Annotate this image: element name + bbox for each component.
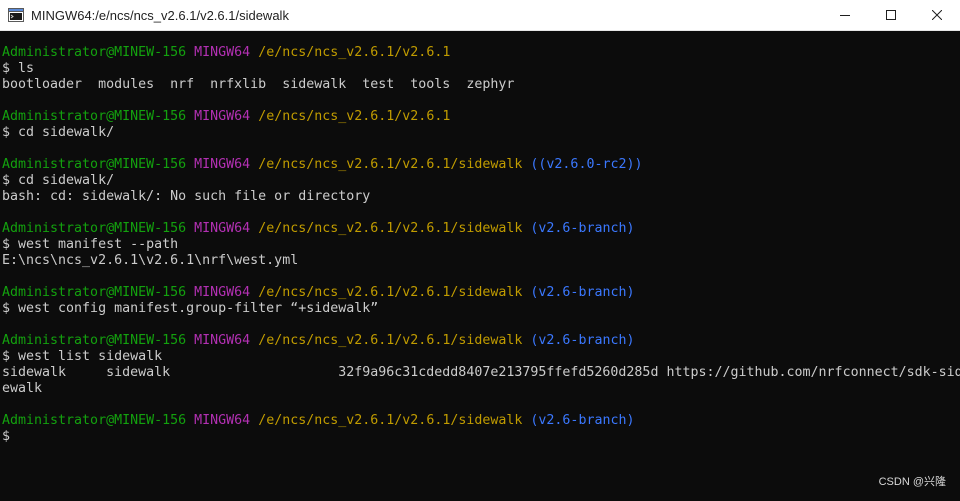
output-line: E:\ncs\ncs_v2.6.1\v2.6.1\nrf\west.yml [2, 253, 299, 268]
prompt-user: Administrator@MINEW-156 [2, 221, 187, 236]
prompt-system: MINGW64 [194, 109, 251, 124]
prompt-user: Administrator@MINEW-156 [2, 109, 187, 124]
minimize-icon [840, 15, 850, 16]
maximize-button[interactable] [868, 0, 914, 30]
command-line: $ west manifest --path [2, 237, 179, 252]
prompt-path: /e/ncs/ncs_v2.6.1/v2.6.1 [258, 45, 451, 60]
prompt-path: /e/ncs/ncs_v2.6.1/v2.6.1/sidewalk [258, 413, 523, 428]
close-icon [932, 10, 942, 20]
output-line: sidewalk sidewalk 32f9a96c31cdedd8407e21… [2, 365, 960, 380]
prompt-user: Administrator@MINEW-156 [2, 413, 187, 428]
git-branch: (v2.6-branch) [530, 413, 635, 428]
close-button[interactable] [914, 0, 960, 30]
prompt-path: /e/ncs/ncs_v2.6.1/v2.6.1 [258, 109, 451, 124]
prompt-line: Administrator@MINEW-156 MINGW64 /e/ncs/n… [2, 333, 634, 349]
title-bar[interactable]: MINGW64:/e/ncs/ncs_v2.6.1/v2.6.1/sidewal… [0, 0, 960, 31]
minimize-button[interactable] [822, 0, 868, 30]
git-branch: (v2.6-branch) [530, 221, 635, 236]
prompt-system: MINGW64 [194, 285, 251, 300]
prompt-system: MINGW64 [194, 221, 251, 236]
prompt-path: /e/ncs/ncs_v2.6.1/v2.6.1/sidewalk [258, 333, 523, 348]
prompt-user: Administrator@MINEW-156 [2, 45, 187, 60]
prompt-user: Administrator@MINEW-156 [2, 285, 187, 300]
window-title: MINGW64:/e/ncs/ncs_v2.6.1/v2.6.1/sidewal… [31, 7, 289, 23]
prompt-line: Administrator@MINEW-156 MINGW64 /e/ncs/n… [2, 285, 634, 301]
command-line: $ west list sidewalk [2, 349, 163, 364]
command-line: $ ls [2, 61, 35, 76]
watermark: CSDN @兴隆 [878, 476, 946, 488]
command-line: $ west config manifest.group-filter “+si… [2, 301, 379, 316]
mingw-terminal-icon [8, 7, 24, 23]
output-line: bootloader modules nrf nrfxlib sidewalk … [2, 77, 515, 92]
prompt-path: /e/ncs/ncs_v2.6.1/v2.6.1/sidewalk [258, 157, 523, 172]
prompt-line: Administrator@MINEW-156 MINGW64 /e/ncs/n… [2, 157, 642, 173]
git-branch: (v2.6-branch) [530, 333, 635, 348]
console-output[interactable]: Administrator@MINEW-156 MINGW64 /e/ncs/n… [0, 30, 960, 501]
output-line: ewalk [2, 381, 43, 396]
prompt-dollar: $ [2, 429, 11, 444]
prompt-path: /e/ncs/ncs_v2.6.1/v2.6.1/sidewalk [258, 285, 523, 300]
command-line: $ cd sidewalk/ [2, 173, 115, 188]
prompt-system: MINGW64 [194, 413, 251, 428]
prompt-line: Administrator@MINEW-156 MINGW64 /e/ncs/n… [2, 413, 634, 429]
maximize-icon [886, 10, 896, 20]
command-input-line[interactable]: $ [2, 429, 10, 445]
prompt-line: Administrator@MINEW-156 MINGW64 /e/ncs/n… [2, 221, 634, 237]
prompt-path: /e/ncs/ncs_v2.6.1/v2.6.1/sidewalk [258, 221, 523, 236]
window-controls [822, 0, 960, 30]
terminal-window: MINGW64:/e/ncs/ncs_v2.6.1/v2.6.1/sidewal… [0, 0, 960, 501]
prompt-user: Administrator@MINEW-156 [2, 157, 187, 172]
command-line: $ cd sidewalk/ [2, 125, 115, 140]
prompt-system: MINGW64 [194, 157, 251, 172]
prompt-system: MINGW64 [194, 45, 251, 60]
git-branch: (v2.6-branch) [530, 285, 635, 300]
prompt-system: MINGW64 [194, 333, 251, 348]
prompt-line: Administrator@MINEW-156 MINGW64 /e/ncs/n… [2, 109, 450, 125]
git-branch: ((v2.6.0-rc2)) [530, 157, 643, 172]
output-line: bash: cd: sidewalk/: No such file or dir… [2, 189, 371, 204]
prompt-line: Administrator@MINEW-156 MINGW64 /e/ncs/n… [2, 45, 450, 61]
prompt-user: Administrator@MINEW-156 [2, 333, 187, 348]
